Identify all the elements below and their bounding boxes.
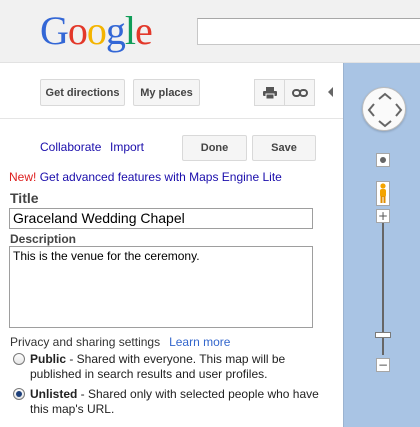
new-badge: New! [9,170,37,184]
import-link[interactable]: Import [110,140,144,154]
public-option-text: Public - Shared with everyone. This map … [30,352,323,382]
privacy-option-unlisted[interactable]: Unlisted - Shared only with selected peo… [13,387,323,417]
public-radio[interactable] [13,353,25,365]
logo-letter: G [40,8,69,53]
location-button[interactable] [376,153,390,167]
my-places-button[interactable]: My places [133,79,200,106]
street-view-pegman[interactable] [376,181,390,206]
pegman-icon [380,183,386,203]
logo-letter: g [105,8,126,53]
zoom-in-button[interactable]: + [376,209,390,223]
zoom-out-button[interactable]: − [376,358,390,372]
toolbar-divider [0,118,343,119]
printer-icon [262,86,277,99]
privacy-heading: Privacy and sharing settings Learn more [10,335,230,349]
privacy-option-public[interactable]: Public - Shared with everyone. This map … [13,352,323,382]
unlisted-option-name: Unlisted [30,387,78,401]
logo-letter: e [135,8,153,53]
done-button[interactable]: Done [182,135,247,161]
unlisted-option-text: Unlisted - Shared only with selected peo… [30,387,323,417]
top-header: Google [0,0,420,63]
collaborate-link[interactable]: Collaborate [40,140,101,154]
link-button[interactable] [284,79,315,106]
side-panel: Get directions My places Collaborate Imp… [0,63,343,427]
promo-line: New! Get advanced features with Maps Eng… [9,170,282,184]
location-dot-icon [380,157,386,163]
public-option-desc: - Shared with everyone. This map will be… [30,352,286,381]
print-button[interactable] [254,79,285,106]
maps-engine-lite-link[interactable]: Get advanced features with Maps Engine L… [40,170,282,184]
description-label: Description [10,232,77,246]
description-textarea[interactable]: This is the venue for the ceremony. [9,246,313,328]
logo-letter: o [67,8,88,53]
title-input[interactable]: Graceland Wedding Chapel [9,208,313,229]
logo-letter: o [86,8,107,53]
public-option-name: Public [30,352,67,366]
title-label: Title [10,190,39,206]
link-icon [291,88,308,97]
pan-control[interactable] [362,87,406,131]
zoom-slider-thumb[interactable] [375,332,391,338]
pan-control-icon [367,92,403,128]
logo-letter: l [124,8,136,53]
unlisted-radio[interactable] [13,388,25,400]
learn-more-link[interactable]: Learn more [169,335,230,349]
privacy-heading-text: Privacy and sharing settings [10,335,161,349]
collapse-arrow-icon[interactable] [327,86,335,98]
save-button[interactable]: Save [252,135,316,161]
get-directions-button[interactable]: Get directions [40,79,125,106]
search-input[interactable] [197,18,420,45]
google-logo[interactable]: Google [40,8,153,54]
